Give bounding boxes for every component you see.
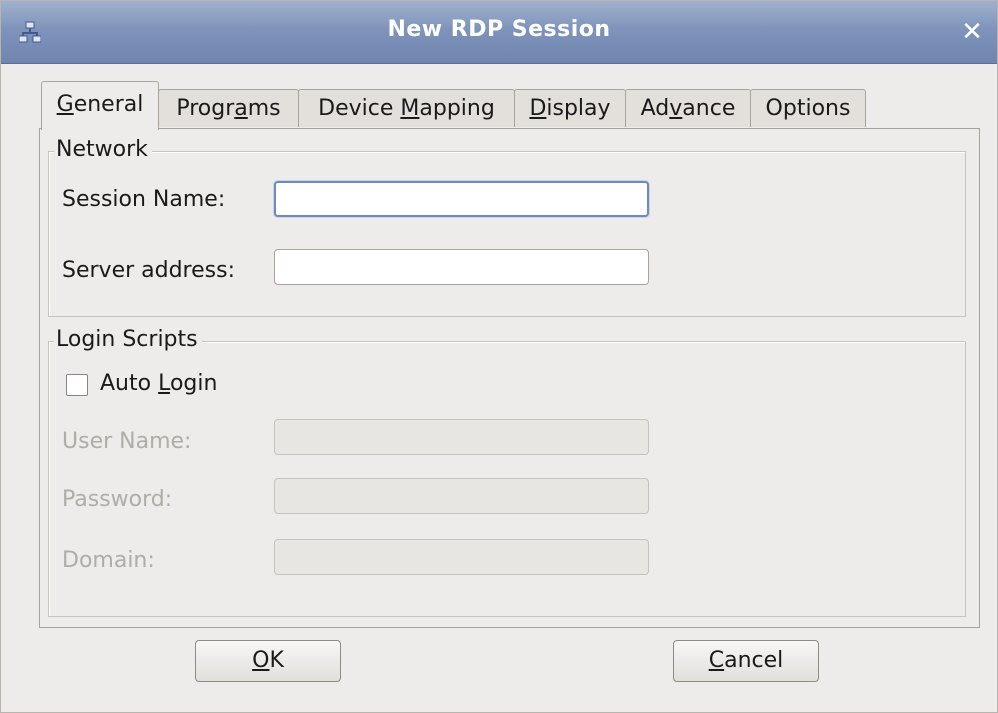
tab-display[interactable]: Display: [514, 89, 626, 127]
network-legend: Network: [54, 137, 152, 162]
domain-label: Domain:: [62, 548, 155, 573]
tab-programs[interactable]: Programs: [158, 89, 299, 127]
new-rdp-session-dialog: New RDP Session ✕ General Programs Devic…: [0, 0, 998, 713]
close-icon[interactable]: ✕: [957, 17, 987, 47]
server-address-label: Server address:: [62, 258, 235, 283]
session-name-input[interactable]: [274, 181, 649, 217]
tab-device-mapping[interactable]: Device Mapping: [298, 89, 515, 127]
general-tab-panel: Network Session Name: Server address: Lo…: [39, 128, 980, 628]
ok-button[interactable]: OK: [195, 640, 341, 682]
domain-input[interactable]: [274, 539, 649, 575]
login-scripts-legend: Login Scripts: [54, 327, 202, 352]
network-frame: [48, 151, 966, 317]
session-name-label: Session Name:: [62, 187, 226, 212]
window-title: New RDP Session: [387, 17, 611, 42]
server-address-input[interactable]: [274, 249, 649, 285]
tab-options[interactable]: Options: [750, 89, 866, 127]
title-bar[interactable]: New RDP Session ✕: [1, 1, 997, 64]
password-input[interactable]: [274, 478, 649, 514]
auto-login-checkbox[interactable]: [66, 374, 88, 396]
user-name-label: User Name:: [62, 429, 192, 454]
tab-general[interactable]: General: [41, 81, 159, 130]
tab-advance[interactable]: Advance: [625, 89, 751, 127]
password-label: Password:: [62, 487, 173, 512]
user-name-input[interactable]: [274, 419, 649, 455]
cancel-button[interactable]: Cancel: [673, 640, 819, 682]
auto-login-label[interactable]: Auto Login: [100, 371, 217, 396]
